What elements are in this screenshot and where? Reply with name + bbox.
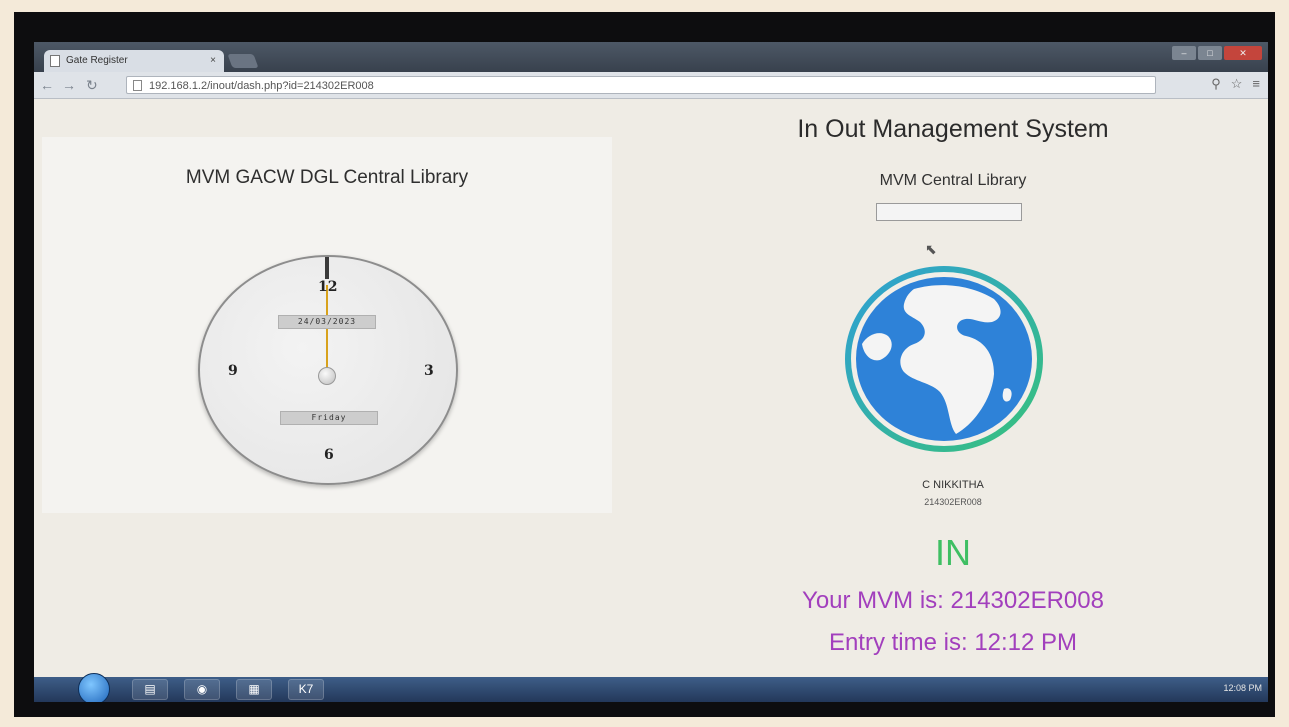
clock-center-hub bbox=[318, 367, 336, 385]
in-out-panel: In Out Management System MVM Central Lib… bbox=[638, 99, 1268, 677]
back-arrow-icon[interactable]: ← bbox=[40, 77, 54, 93]
minimize-button[interactable]: – bbox=[1172, 46, 1196, 60]
clock-second-hand bbox=[326, 285, 328, 373]
screen: Gate Register × – □ ✕ ← → ↻ 192.168.1.2/… bbox=[34, 42, 1268, 702]
menu-icon[interactable]: ≡ bbox=[1252, 76, 1260, 92]
k7-antivirus-icon[interactable]: K7 bbox=[288, 679, 324, 700]
tab-close-icon[interactable]: × bbox=[210, 50, 216, 72]
address-bar[interactable]: 192.168.1.2/inout/dash.php?id=214302ER00… bbox=[126, 76, 1156, 94]
taskbar-clock[interactable]: 12:08 PM bbox=[1223, 683, 1262, 693]
clock-hour-hand bbox=[325, 257, 329, 279]
clock-panel-title: MVM GACW DGL Central Library bbox=[185, 167, 469, 188]
mvm-message: Your MVM is: 214302ER008 bbox=[802, 587, 1104, 614]
bookmark-star-icon[interactable]: ☆ bbox=[1231, 76, 1243, 92]
page-icon bbox=[50, 55, 60, 67]
mouse-cursor-icon: ⬉ bbox=[925, 241, 937, 257]
system-title: In Out Management System bbox=[797, 115, 1109, 143]
folder-icon[interactable]: ▤ bbox=[132, 679, 168, 700]
clock-numeral-12: 12 bbox=[318, 279, 338, 295]
close-window-button[interactable]: ✕ bbox=[1224, 46, 1262, 60]
browser-titlebar: Gate Register × – □ ✕ bbox=[34, 42, 1268, 72]
new-tab-button[interactable] bbox=[227, 54, 259, 68]
user-id: 214302ER008 bbox=[924, 497, 982, 507]
page-content: MVM GACW DGL Central Library 12 3 6 9 24… bbox=[34, 99, 1268, 677]
start-button[interactable] bbox=[78, 673, 110, 702]
clock-panel: MVM GACW DGL Central Library 12 3 6 9 24… bbox=[42, 137, 612, 513]
windows-taskbar: ▤ ◉ ▦ K7 12:08 PM bbox=[34, 673, 1268, 702]
clock-numeral-6: 6 bbox=[324, 447, 334, 463]
page-icon bbox=[133, 80, 142, 91]
id-scan-input[interactable] bbox=[876, 203, 1022, 221]
clock-day-display: Friday bbox=[280, 411, 378, 425]
reload-icon[interactable]: ↻ bbox=[86, 77, 98, 93]
clock-date-display: 24/03/2023 bbox=[278, 315, 376, 329]
media-app-icon[interactable]: ▦ bbox=[236, 679, 272, 700]
chrome-icon[interactable]: ◉ bbox=[184, 679, 220, 700]
browser-tab[interactable]: Gate Register × bbox=[44, 50, 224, 72]
browser-toolbar: ← → ↻ 192.168.1.2/inout/dash.php?id=2143… bbox=[34, 72, 1268, 99]
zoom-icon[interactable]: ⚲ bbox=[1211, 76, 1221, 92]
status-text: IN bbox=[935, 532, 971, 573]
user-name: C NIKKITHA bbox=[922, 479, 984, 491]
library-name: MVM Central Library bbox=[879, 172, 1027, 189]
entry-time-message: Entry time is: 12:12 PM bbox=[828, 629, 1078, 656]
window-controls: – □ ✕ bbox=[1172, 46, 1262, 60]
forward-arrow-icon[interactable]: → bbox=[62, 77, 76, 93]
clock-numeral-3: 3 bbox=[424, 363, 434, 379]
globe-icon bbox=[845, 266, 1043, 452]
analog-clock: 12 3 6 9 24/03/2023 Friday bbox=[198, 255, 458, 485]
tab-title: Gate Register bbox=[66, 55, 128, 66]
maximize-button[interactable]: □ bbox=[1198, 46, 1222, 60]
address-bar-url: 192.168.1.2/inout/dash.php?id=214302ER00… bbox=[149, 80, 374, 92]
monitor-bezel: Gate Register × – □ ✕ ← → ↻ 192.168.1.2/… bbox=[14, 12, 1275, 717]
clock-numeral-9: 9 bbox=[228, 363, 238, 379]
